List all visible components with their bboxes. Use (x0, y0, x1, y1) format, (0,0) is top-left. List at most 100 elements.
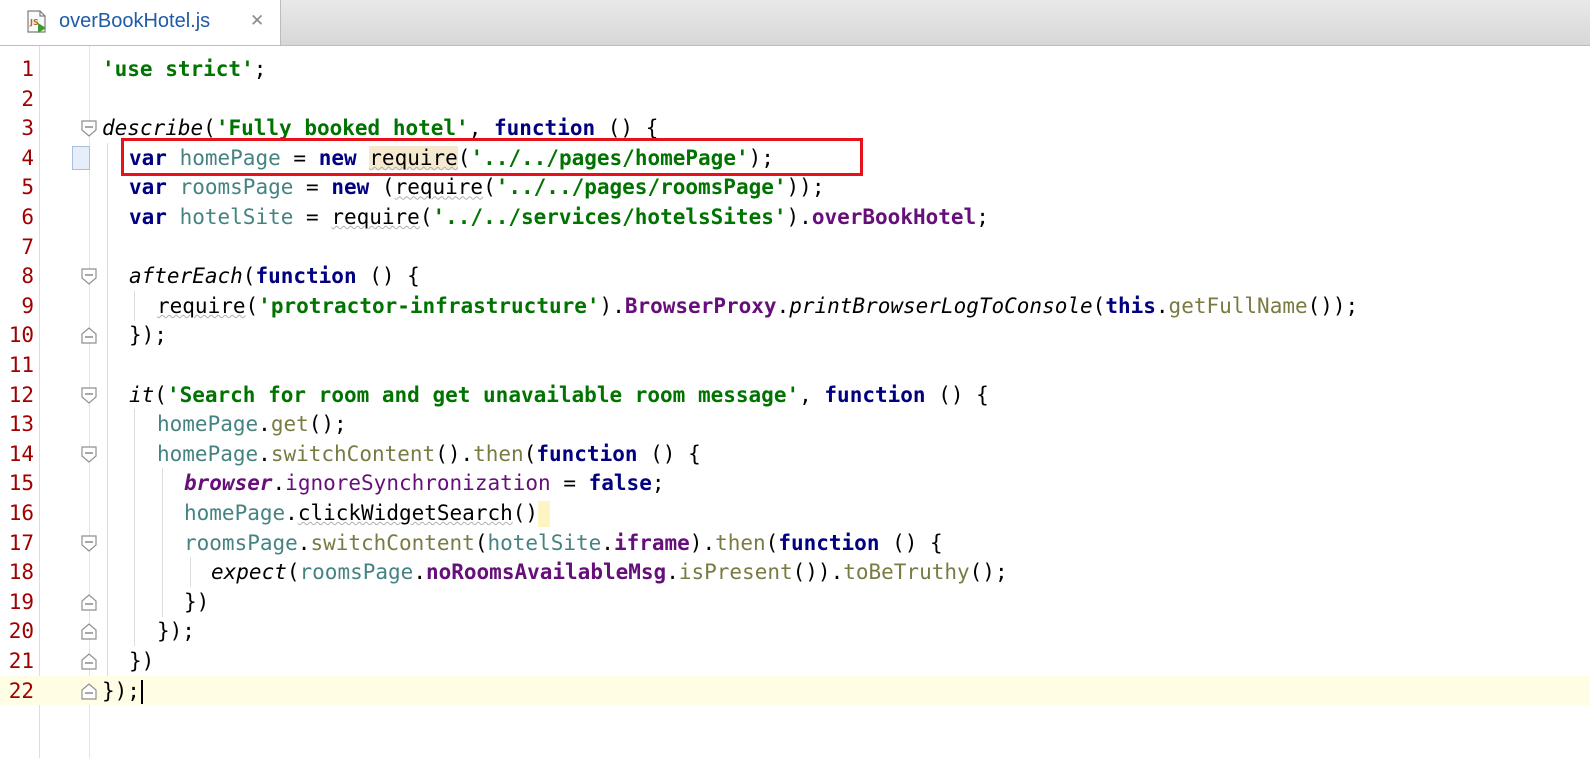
code-line[interactable]: 19 }) (0, 586, 1590, 617)
indent-guide (107, 646, 108, 676)
indent-guide (107, 320, 108, 351)
line-number: 19 (8, 589, 34, 614)
fold-close-icon[interactable] (81, 682, 97, 700)
indent-guide (107, 142, 108, 173)
indent-guide (107, 261, 108, 292)
line-number: 5 (21, 175, 34, 200)
fold-close-icon[interactable] (81, 594, 97, 611)
indent-guide (107, 498, 108, 528)
indent-guide (134, 616, 135, 647)
code-line[interactable]: 12 it('Search for room and get unavailab… (0, 379, 1590, 410)
line-number: 8 (21, 264, 34, 289)
indent-guide (162, 498, 163, 528)
indent-guide (134, 527, 135, 558)
fold-close-icon[interactable] (81, 327, 97, 344)
indent-guide (107, 172, 108, 203)
code-text: 'use strict'; (102, 57, 267, 81)
code-line[interactable]: 2 (0, 84, 1590, 114)
fold-close-icon[interactable] (81, 623, 97, 640)
line-number: 18 (8, 560, 34, 585)
indent-guide (134, 557, 135, 588)
indent-guide (190, 557, 191, 588)
code-line[interactable]: 7 (0, 231, 1590, 262)
line-number: 6 (21, 205, 34, 229)
indent-guide (107, 290, 108, 321)
code-line[interactable]: 10 }); (0, 320, 1590, 351)
line-number: 4 (21, 145, 34, 170)
tab-filename: overBookHotel.js (59, 10, 211, 32)
indent-guide (162, 527, 163, 558)
code-line[interactable]: 20 }); (0, 616, 1590, 647)
line-number: 9 (21, 293, 34, 318)
line-number: 13 (8, 412, 34, 437)
code-text: homePage.clickWidgetSearch() (184, 498, 551, 528)
code-line[interactable]: 9 require('protractor-infrastructure').B… (0, 290, 1590, 321)
javascript-file-icon: JS (27, 10, 46, 33)
line-number: 10 (8, 323, 34, 348)
indent-guide (134, 438, 135, 469)
code-line[interactable]: 6 var hotelSite = require('../../service… (0, 202, 1590, 232)
code-text: }); (129, 323, 167, 348)
line-number: 20 (8, 619, 34, 644)
fold-open-icon[interactable] (81, 446, 97, 463)
indent-guide (107, 379, 108, 410)
code-text: homePage.get(); (157, 412, 347, 437)
code-line[interactable]: 15 browser.ignoreSynchronization = false… (0, 468, 1590, 499)
missing-semicolon-marker (538, 501, 551, 527)
indent-guide (107, 409, 108, 440)
line-number: 7 (21, 234, 34, 259)
code-line[interactable]: 21 }) (0, 646, 1590, 676)
code-line[interactable]: 14 homePage.switchContent().then(functio… (0, 438, 1590, 469)
code-text: }) (129, 649, 155, 673)
code-text: var roomsPage = new (require('../../page… (129, 175, 825, 200)
code-text: afterEach(function () { (129, 264, 420, 289)
code-line[interactable]: 13 homePage.get(); (0, 409, 1590, 440)
fold-close-icon[interactable] (81, 653, 97, 670)
fold-open-icon[interactable] (81, 268, 97, 285)
indent-guide (134, 409, 135, 440)
code-text: browser.ignoreSynchronization = false; (184, 471, 665, 496)
code-text: }); (157, 619, 195, 644)
code-line[interactable]: 8 afterEach(function () { (0, 261, 1590, 292)
code-text: var hotelSite = require('../../services/… (129, 205, 989, 229)
fold-open-icon[interactable] (81, 386, 97, 404)
line-number: 11 (8, 353, 34, 377)
line-number: 1 (21, 57, 34, 81)
indent-guide (134, 498, 135, 528)
line-number: 16 (8, 501, 34, 525)
fold-open-icon[interactable] (81, 120, 97, 137)
code-editor[interactable]: 1 'use strict'; 2 3 describe('Fully book… (0, 46, 1590, 758)
indent-guide (162, 586, 163, 617)
close-tab-icon[interactable]: ✕ (250, 11, 264, 31)
code-line[interactable]: 11 (0, 350, 1590, 380)
code-line[interactable]: 1 'use strict'; (0, 54, 1590, 84)
indent-guide (107, 202, 108, 232)
line-number: 21 (8, 649, 34, 673)
indent-guide (107, 350, 108, 380)
code-line[interactable]: 18 expect(roomsPage.noRoomsAvailableMsg.… (0, 557, 1590, 588)
indent-guide (134, 468, 135, 499)
code-line[interactable]: 16 homePage.clickWidgetSearch() (0, 498, 1590, 528)
indent-guide (162, 557, 163, 588)
code-text: }); (102, 676, 143, 706)
indent-guide (107, 616, 108, 647)
line-number: 15 (8, 471, 34, 496)
svg-text:JS: JS (29, 18, 39, 27)
current-code-line[interactable]: 22 }); (0, 675, 1590, 706)
code-text: homePage.switchContent().then(function (… (157, 441, 701, 466)
indent-guide (107, 527, 108, 558)
highlight-annotation-box (121, 138, 863, 176)
indent-guide (134, 290, 135, 321)
code-text: require('protractor-infrastructure').Bro… (157, 293, 1359, 318)
change-marker[interactable] (72, 145, 90, 170)
fold-open-icon[interactable] (81, 534, 97, 552)
editor-tab-bar: JS overBookHotel.js ✕ (0, 0, 1590, 46)
indent-guide (162, 468, 163, 499)
indent-guide (107, 231, 108, 262)
code-text: expect(roomsPage.noRoomsAvailableMsg.isP… (211, 560, 1008, 585)
code-line[interactable]: 5 var roomsPage = new (require('../../pa… (0, 172, 1590, 203)
file-tab-overbookhotel[interactable]: JS overBookHotel.js ✕ (0, 0, 281, 45)
code-line[interactable]: 17 roomsPage.switchContent(hotelSite.ifr… (0, 527, 1590, 558)
line-number: 12 (8, 382, 34, 407)
indent-guide (134, 586, 135, 617)
